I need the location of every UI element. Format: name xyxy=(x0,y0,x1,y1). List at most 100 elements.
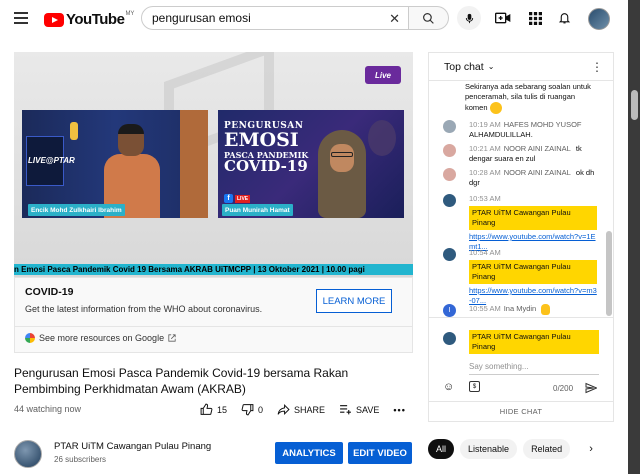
user-avatar[interactable] xyxy=(443,144,456,157)
more-vertical-icon[interactable]: ⋮ xyxy=(591,60,603,74)
emoji-picker-icon[interactable]: ☺ xyxy=(443,381,454,393)
apps-button[interactable] xyxy=(526,9,544,27)
youtube-play-icon xyxy=(44,12,64,27)
message-text: 10:21 AM NOOR AINI ZAINAL tk dengar suara… xyxy=(469,144,605,164)
channel-avatar[interactable] xyxy=(14,440,42,468)
save-label: SAVE xyxy=(356,404,380,415)
search-box: ✕ xyxy=(141,6,409,30)
send-icon[interactable] xyxy=(585,382,597,394)
logo-text: YouTube xyxy=(66,11,125,28)
covid-description: Get the latest information from the WHO … xyxy=(25,304,263,314)
search-button[interactable] xyxy=(409,6,449,30)
speaker-glasses xyxy=(331,152,353,157)
apps-icon xyxy=(528,11,542,25)
subscriber-count: 26 subscribers xyxy=(54,455,107,464)
lamp xyxy=(70,122,78,140)
user-avatar[interactable] xyxy=(443,120,456,133)
video-player[interactable]: Live LIVE@PTAR Encik Mohd Zulkhairi Ibra… xyxy=(14,52,413,277)
analytics-button[interactable]: ANALYTICS xyxy=(275,442,343,464)
message-link[interactable]: https://www.youtube.com/watch?v=m3-07... xyxy=(469,286,597,306)
owner-author-badge[interactable]: PTAR UiTM Cawangan Pulau Pinang xyxy=(469,206,597,230)
user-avatar[interactable] xyxy=(443,168,456,181)
user-avatar[interactable]: I xyxy=(443,304,456,317)
speaker-camera-2: PENGURUSAN EMOSI PASCA PANDEMIK COVID-19… xyxy=(218,110,404,218)
message-author[interactable]: NOOR AINI ZAINAL xyxy=(504,144,571,153)
clear-search-icon[interactable]: ✕ xyxy=(389,11,400,27)
bell-icon xyxy=(558,13,570,24)
chat-messages[interactable]: Sekiranya ada sebarang soalan untuk penc… xyxy=(429,82,609,317)
chevron-right-icon[interactable]: › xyxy=(580,438,602,460)
message-author[interactable]: HAFES MOHD YUSOF xyxy=(504,120,582,129)
more-actions-button[interactable]: ••• xyxy=(393,405,405,415)
poster-line-4: COVID-19 xyxy=(224,157,308,175)
edit-video-button[interactable]: EDIT VIDEO xyxy=(348,442,412,464)
thumbs-down-icon xyxy=(241,404,254,416)
save-button[interactable]: SAVE xyxy=(339,404,379,415)
menu-icon[interactable] xyxy=(14,12,28,24)
share-label: SHARE xyxy=(294,404,326,415)
facebook-live-marker: f LIVE xyxy=(224,194,251,203)
youtube-logo[interactable]: YouTube MY xyxy=(44,11,134,28)
dislike-count: 0 xyxy=(258,404,264,415)
covid-info-panel: COVID-19 Get the latest information from… xyxy=(14,277,413,353)
channel-avatar-small[interactable] xyxy=(443,248,456,261)
message-time: 10:55 AM xyxy=(469,304,501,314)
poster-text: LIVE@PTAR xyxy=(28,156,75,165)
message-time: 10:19 AM xyxy=(469,120,501,129)
masthead: YouTube MY ✕ xyxy=(0,0,640,38)
fb-live-chip: LIVE xyxy=(235,194,251,203)
speaker-camera-1: LIVE@PTAR xyxy=(22,110,208,218)
window-edge xyxy=(628,0,640,474)
chip-all[interactable]: All xyxy=(428,439,455,459)
covid-title: COVID-19 xyxy=(25,286,74,298)
share-button[interactable]: SHARE xyxy=(277,404,325,415)
message-text: 10:54 AM PTAR UiTM Cawangan Pulau Pinang… xyxy=(469,248,605,306)
message-author[interactable]: Ina Mydin xyxy=(504,304,537,313)
message-author[interactable]: NOOR AINI ZAINAL xyxy=(504,168,571,177)
create-video-button[interactable] xyxy=(494,9,512,27)
chevron-down-icon[interactable]: ⌄ xyxy=(488,62,495,71)
more-resources-link[interactable]: See more resources on Google xyxy=(25,333,176,343)
share-icon xyxy=(277,404,290,415)
chip-related[interactable]: Related xyxy=(523,439,571,459)
notifications-button[interactable] xyxy=(555,9,573,27)
mic-icon xyxy=(465,13,473,23)
account-avatar[interactable] xyxy=(588,8,610,30)
event-poster-title: PENGURUSAN EMOSI PASCA PANDEMIK COVID-19 xyxy=(224,122,308,174)
message-time: 10:54 AM xyxy=(469,248,501,257)
like-button[interactable]: 15 xyxy=(200,403,227,416)
input-author-name: PTAR UiTM Cawangan Pulau Pinang xyxy=(469,330,599,354)
watching-count: 44 watching now xyxy=(14,404,82,414)
thumbs-up-icon xyxy=(200,403,213,415)
char-counter: 0/200 xyxy=(553,384,574,393)
google-icon xyxy=(25,333,35,343)
live-badge: Live xyxy=(365,66,401,84)
hand-emoji-icon xyxy=(541,304,551,315)
message-text: 10:19 AM HAFES MOHD YUSOF ALHAMDULILLAH. xyxy=(469,120,605,140)
chat-message-input[interactable]: Say something... xyxy=(469,362,599,375)
page-scrollbar-thumb[interactable] xyxy=(631,90,638,120)
channel-avatar-small[interactable] xyxy=(443,194,456,207)
voice-search-button[interactable] xyxy=(457,6,481,30)
hide-chat-button[interactable]: HIDE CHAT xyxy=(429,401,613,421)
speaker-name-tag-1: Encik Mohd Zulkhairi Ibrahim xyxy=(28,204,125,216)
channel-name[interactable]: PTAR UiTM Cawangan Pulau Pinang xyxy=(54,441,211,452)
chat-mode-dropdown[interactable]: Top chat xyxy=(444,61,484,73)
chat-scrollbar[interactable] xyxy=(606,231,612,316)
speaker-name-tag-2: Puan Munirah Hamat xyxy=(222,204,293,216)
input-author-avatar xyxy=(443,332,456,345)
super-chat-icon[interactable]: $ xyxy=(469,381,480,392)
chip-listenable[interactable]: Listenable xyxy=(460,439,518,459)
owner-author-badge[interactable]: PTAR UiTM Cawangan Pulau Pinang xyxy=(469,260,597,284)
message-text-content: ALHAMDULILLAH. xyxy=(469,130,533,139)
message-time: 10:53 AM xyxy=(469,194,501,203)
related-filter-chips: All Listenable Related › xyxy=(428,438,602,460)
dislike-button[interactable]: 0 xyxy=(241,403,263,416)
message-time: 10:21 AM xyxy=(469,144,501,153)
facebook-icon: f xyxy=(224,194,233,203)
news-ticker: n Emosi Pasca Pandemik Covid 19 Bersama … xyxy=(14,264,413,275)
learn-more-button[interactable]: LEARN MORE xyxy=(316,289,392,313)
logo-country-code: MY xyxy=(125,10,135,17)
search-input[interactable] xyxy=(152,11,382,25)
search-icon xyxy=(423,12,434,24)
